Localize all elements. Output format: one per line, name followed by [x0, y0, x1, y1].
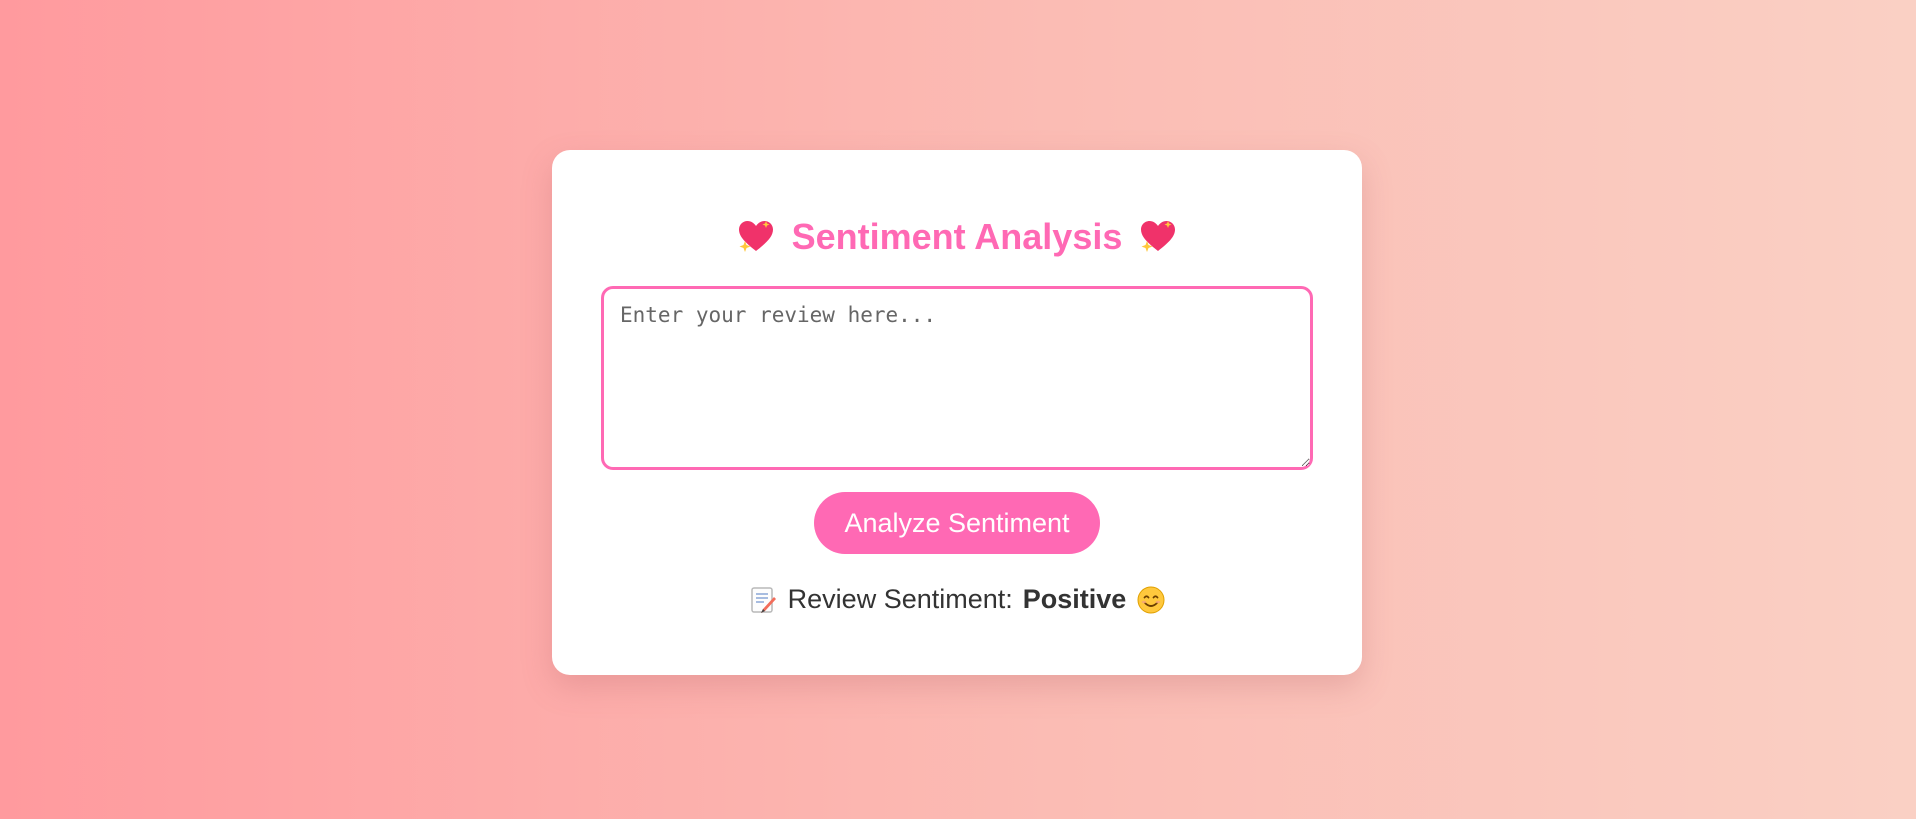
sentiment-card: Sentiment Analysis Analyze Sentiment Rev…: [552, 150, 1362, 675]
review-input[interactable]: [601, 286, 1313, 470]
result-label: Review Sentiment:: [787, 584, 1013, 614]
sentiment-result: Review Sentiment: Positive: [748, 584, 1167, 615]
page-title: Sentiment Analysis: [791, 216, 1123, 257]
analyze-sentiment-button[interactable]: Analyze Sentiment: [814, 492, 1100, 554]
sparkling-heart-icon: [1138, 217, 1178, 257]
smiling-face-icon: [1136, 585, 1166, 615]
result-value: Positive: [1022, 584, 1127, 614]
sparkling-heart-icon: [736, 217, 776, 257]
title-row: Sentiment Analysis: [736, 216, 1179, 258]
memo-icon: [748, 585, 778, 615]
